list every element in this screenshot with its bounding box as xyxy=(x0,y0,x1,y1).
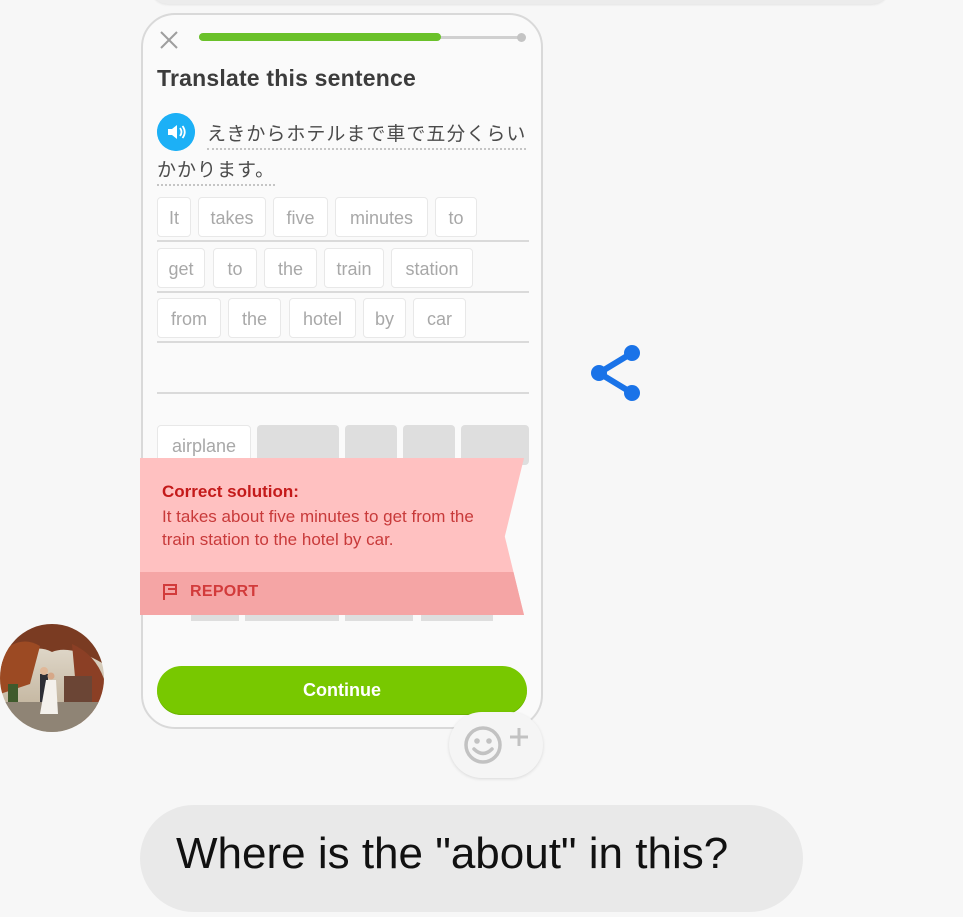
answer-word-tile[interactable]: minutes xyxy=(335,197,428,237)
shared-screenshot-card[interactable]: Translate this sentence えきからホテルまで車で五分くらい… xyxy=(141,13,543,729)
answer-word-tile[interactable]: the xyxy=(228,298,281,338)
flag-icon[interactable] xyxy=(162,583,180,601)
report-button[interactable]: REPORT xyxy=(190,583,258,601)
progress-end-marker xyxy=(517,33,526,42)
answer-word-tile[interactable]: to xyxy=(435,197,477,237)
lesson-progress-bar xyxy=(199,33,526,42)
answer-word-tile[interactable]: five xyxy=(273,197,328,237)
japanese-prompt-line-2[interactable]: かかります。 xyxy=(157,155,276,186)
previous-message-bubble xyxy=(150,0,890,4)
answer-line xyxy=(157,291,529,293)
avatar-photo xyxy=(0,624,104,732)
japanese-prompt-line-1[interactable]: えきからホテルまで車で五分くらい xyxy=(207,119,527,150)
progress-fill xyxy=(199,33,441,41)
answer-line xyxy=(157,392,529,394)
answer-word-tile[interactable]: the xyxy=(264,248,317,288)
speaker-icon[interactable] xyxy=(157,113,195,151)
answer-word-tile[interactable]: takes xyxy=(198,197,266,237)
answer-word-tile[interactable]: It xyxy=(157,197,191,237)
report-bar[interactable]: REPORT xyxy=(140,572,524,615)
correct-solution-heading: Correct solution: xyxy=(162,482,299,501)
answer-line xyxy=(157,240,529,242)
answer-word-tile[interactable]: car xyxy=(413,298,466,338)
share-icon[interactable] xyxy=(586,343,646,403)
answer-word-tile[interactable]: train xyxy=(324,248,384,288)
exercise-title: Translate this sentence xyxy=(157,65,416,91)
answer-word-tile[interactable]: get xyxy=(157,248,205,288)
answer-word-tile[interactable]: station xyxy=(391,248,473,288)
correct-solution-text: It takes about five minutes to get from … xyxy=(162,507,474,549)
chat-message-bubble[interactable]: Where is the "about" in this? xyxy=(140,805,803,912)
correct-solution-banner: Correct solution: It takes about five mi… xyxy=(140,458,524,615)
avatar[interactable] xyxy=(0,624,104,732)
add-reaction-button[interactable] xyxy=(449,712,543,778)
answer-word-tile[interactable]: to xyxy=(213,248,257,288)
answer-line xyxy=(157,341,529,343)
answer-word-tile[interactable]: from xyxy=(157,298,221,338)
continue-button[interactable]: Continue xyxy=(157,666,527,715)
add-emoji-reaction-icon[interactable] xyxy=(449,712,543,778)
close-icon[interactable] xyxy=(158,29,180,51)
chat-message-text: Where is the "about" in this? xyxy=(176,829,729,878)
answer-word-tile[interactable]: hotel xyxy=(289,298,356,338)
answer-word-tile[interactable]: by xyxy=(363,298,406,338)
